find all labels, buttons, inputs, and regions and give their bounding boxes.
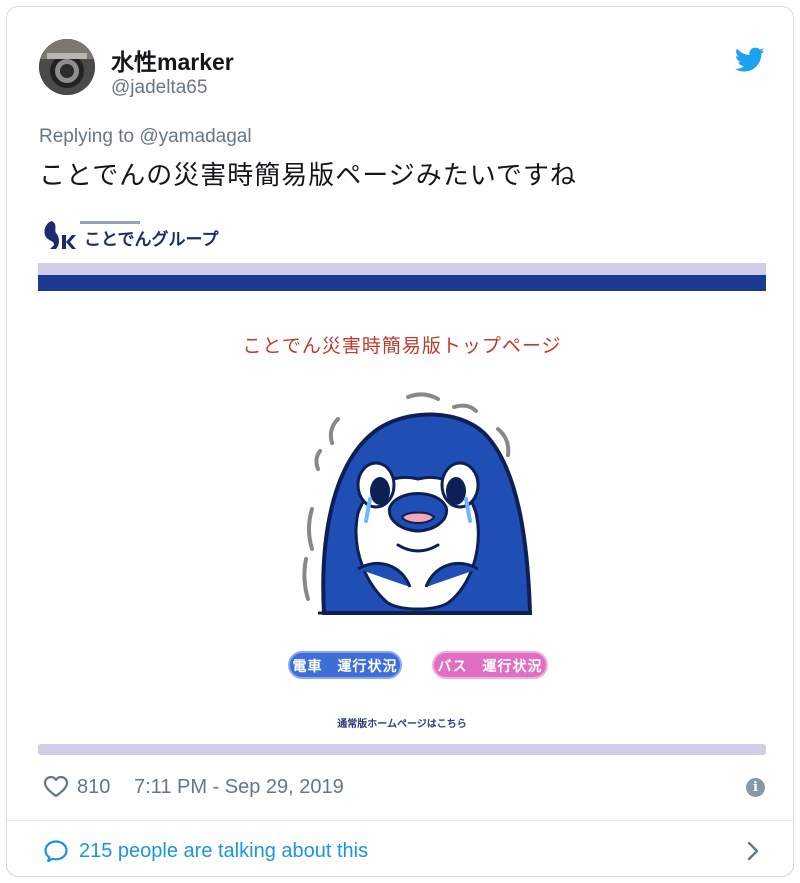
tweet-text: ことでんの災害時簡易版ページみたいですね [39,160,577,190]
mascot-illustration [302,392,533,615]
tweet-timestamp[interactable]: 7:11 PM - Sep 29, 2019 [134,776,344,799]
regular-homepage-link: 通常版ホームページはこちら [337,719,467,730]
avatar-image [39,39,95,95]
footer-band [38,744,766,755]
chat-bubble-icon[interactable] [43,839,69,863]
info-icon[interactable]: i [746,778,765,797]
like-count: 810 [77,776,111,798]
replying-to: Replying to @yamadagal [39,126,252,148]
header-band-light [38,263,766,275]
train-status-button: 電車 運行状況 [288,651,402,679]
bus-status-button: バス 運行状況 [432,651,548,679]
user-handle[interactable]: @jadelta65 [111,77,207,99]
avatar[interactable] [39,39,95,95]
reply-target-link[interactable]: @yamadagal [139,126,251,147]
conversation-link[interactable]: 215 people are talking about this [79,840,368,863]
tweet-media-image[interactable]: ことでんグループ ことでん災害時簡易版トップページ 電車 運行状況 バス 運行状… [38,203,766,755]
divider [7,820,795,821]
replying-prefix: Replying to [39,126,140,147]
twitter-bird-icon[interactable] [735,47,765,73]
display-name[interactable]: 水性marker [111,43,234,77]
kotoden-logo-text: ことでんグループ [84,230,219,250]
media-page-title: ことでん災害時簡易版トップページ [242,335,562,357]
tweet-card: 水性marker @jadelta65 Replying to @yamadag… [6,6,795,877]
heart-icon[interactable] [43,775,69,799]
header-band-dark [38,275,766,291]
chevron-right-icon[interactable] [745,839,761,863]
